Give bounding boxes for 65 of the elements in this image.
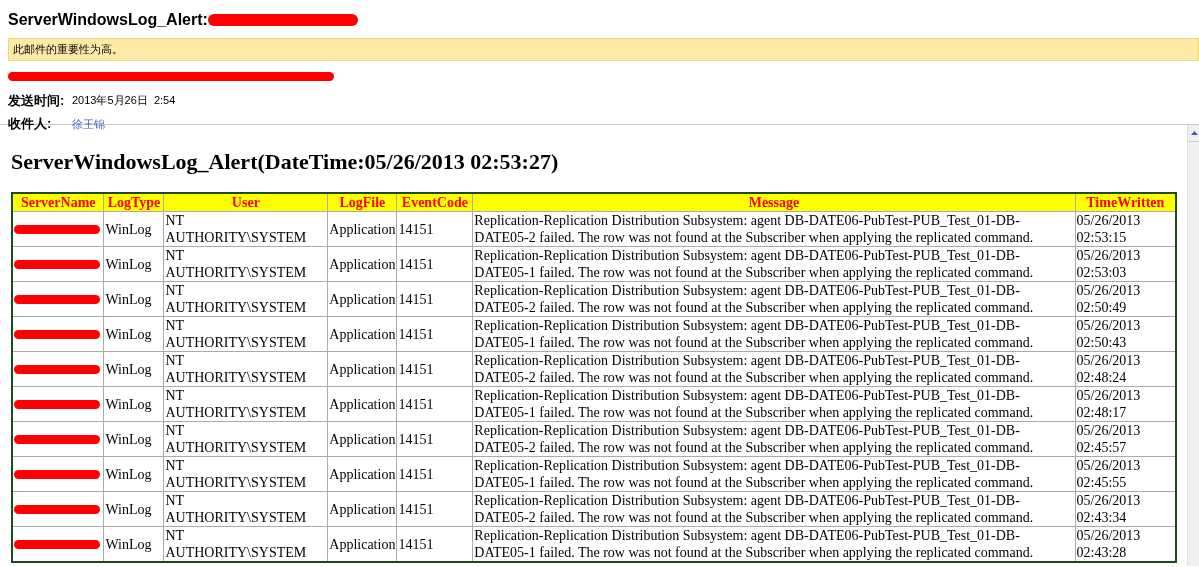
table-cell: 14151 bbox=[396, 281, 473, 317]
table-cell: Application bbox=[327, 281, 397, 317]
table-cell: 14151 bbox=[396, 491, 473, 527]
table-cell: Application bbox=[327, 246, 397, 282]
column-header: User bbox=[163, 193, 328, 212]
column-header: Message bbox=[472, 193, 1076, 212]
table-cell: 14151 bbox=[396, 246, 473, 282]
table-cell: Replication-Replication Distribution Subsystem: agent DB-DATE06-PubTest-PUB_Test_01-DB-DATE05-2 failed. The row was not found at the Subscriber when applying the replicated command. bbox=[472, 421, 1076, 457]
scrollbar[interactable] bbox=[1187, 125, 1199, 566]
table-cell: 14151 bbox=[396, 386, 473, 422]
table-cell: Replication-Replication Distribution Subsystem: agent DB-DATE06-PubTest-PUB_Test_01-DB-DATE05-2 failed. The row was not found at the Subscriber when applying the replicated command. bbox=[472, 351, 1076, 387]
email-subject: ServerWindowsLog_Alert: bbox=[8, 10, 208, 30]
table-cell: WinLog bbox=[103, 246, 164, 282]
column-header: EventCode bbox=[396, 193, 473, 212]
table-cell: NT AUTHORITY\SYSTEM bbox=[163, 281, 328, 317]
table-cell: 14151 bbox=[396, 316, 473, 352]
recipient-link[interactable]: 徐王锦 bbox=[72, 115, 105, 132]
table-cell: 14151 bbox=[396, 211, 473, 247]
table-cell: NT AUTHORITY\SYSTEM bbox=[163, 491, 328, 527]
scroll-up-icon[interactable] bbox=[1190, 131, 1198, 135]
table-cell: WinLog bbox=[103, 316, 164, 352]
table-cell: Replication-Replication Distribution Subsystem: agent DB-DATE06-PubTest-PUB_Test_01-DB-DATE05-1 failed. The row was not found at the Subscriber when applying the replicated command. bbox=[472, 246, 1076, 282]
table-cell: Replication-Replication Distribution Subsystem: agent DB-DATE06-PubTest-PUB_Test_01-DB-DATE05-2 failed. The row was not found at the Subscriber when applying the replicated command. bbox=[472, 491, 1076, 527]
importance-notice: 此邮件的重要性为高。 bbox=[8, 38, 1199, 61]
column-header: LogFile bbox=[327, 193, 397, 212]
table-cell: NT AUTHORITY\SYSTEM bbox=[163, 246, 328, 282]
table-cell: Application bbox=[327, 526, 397, 562]
table-cell: Replication-Replication Distribution Subsystem: agent DB-DATE06-PubTest-PUB_Test_01-DB-DATE05-1 failed. The row was not found at the Subscriber when applying the replicated command. bbox=[472, 386, 1076, 422]
table-cell: NT AUTHORITY\SYSTEM bbox=[163, 526, 328, 562]
table-cell: Replication-Replication Distribution Subsystem: agent DB-DATE06-PubTest-PUB_Test_01-DB-DATE05-1 failed. The row was not found at the Subscriber when applying the replicated command. bbox=[472, 316, 1076, 352]
table-cell: Replication-Replication Distribution Subsystem: agent DB-DATE06-PubTest-PUB_Test_01-DB-DATE05-2 failed. The row was not found at the Subscriber when applying the replicated command. bbox=[472, 281, 1076, 317]
table-cell: WinLog bbox=[103, 456, 164, 492]
table-cell: Application bbox=[327, 316, 397, 352]
table-cell: WinLog bbox=[103, 281, 164, 317]
table-cell: Application bbox=[327, 386, 397, 422]
table-cell: Application bbox=[327, 421, 397, 457]
column-header: LogType bbox=[103, 193, 164, 212]
table-cell: 14151 bbox=[396, 456, 473, 492]
column-header: ServerName bbox=[12, 193, 104, 212]
table-cell: WinLog bbox=[103, 491, 164, 527]
table-cell: Application bbox=[327, 351, 397, 387]
table-cell: Replication-Replication Distribution Subsystem: agent DB-DATE06-PubTest-PUB_Test_01-DB-DATE05-1 failed. The row was not found at the Subscriber when applying the replicated command. bbox=[472, 526, 1076, 562]
table-cell: Replication-Replication Distribution Subsystem: agent DB-DATE06-PubTest-PUB_Test_01-DB-DATE05-2 failed. The row was not found at the Subscriber when applying the replicated command. bbox=[472, 211, 1076, 247]
table-cell: Application bbox=[327, 456, 397, 492]
table-cell: NT AUTHORITY\SYSTEM bbox=[163, 211, 328, 247]
table-cell: WinLog bbox=[103, 211, 164, 247]
column-header: TimeWritten bbox=[1075, 193, 1176, 212]
table-cell: 14151 bbox=[396, 351, 473, 387]
table-cell: WinLog bbox=[103, 351, 164, 387]
table-cell: Application bbox=[327, 211, 397, 247]
sent-time: 2013年5月26日 2:54 bbox=[72, 93, 176, 108]
table-cell: NT AUTHORITY\SYSTEM bbox=[163, 421, 328, 457]
table-cell: 14151 bbox=[396, 421, 473, 457]
field-label: 发送时间: bbox=[8, 91, 66, 110]
table-cell: NT AUTHORITY\SYSTEM bbox=[163, 316, 328, 352]
table-cell: WinLog bbox=[103, 421, 164, 457]
table-cell: NT AUTHORITY\SYSTEM bbox=[163, 351, 328, 387]
table-cell: Replication-Replication Distribution Subsystem: agent DB-DATE06-PubTest-PUB_Test_01-DB-DATE05-1 failed. The row was not found at the Subscriber when applying the replicated command. bbox=[472, 456, 1076, 492]
report-title: ServerWindowsLog_Alert(DateTime:05/26/2013 02:53:27) bbox=[11, 148, 560, 176]
table-cell: WinLog bbox=[103, 386, 164, 422]
field-label: 收件人: bbox=[8, 115, 53, 133]
table-cell: Application bbox=[327, 491, 397, 527]
table-cell: NT AUTHORITY\SYSTEM bbox=[163, 456, 328, 492]
table-cell: NT AUTHORITY\SYSTEM bbox=[163, 386, 328, 422]
table-cell: WinLog bbox=[103, 526, 164, 562]
